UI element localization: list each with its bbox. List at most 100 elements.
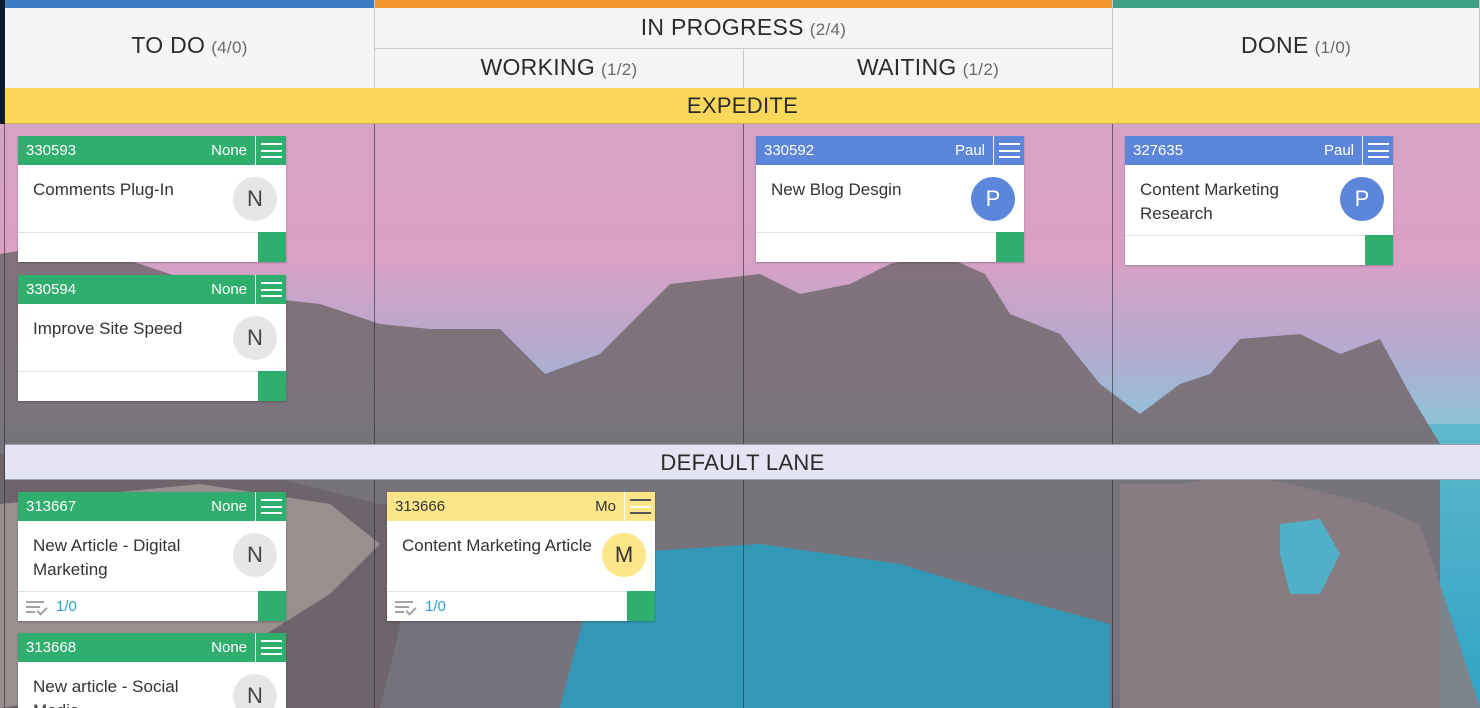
card-body: Content Marketing Research P (1125, 165, 1393, 226)
column-title: TO DO (4/0) (5, 32, 374, 59)
checklist-count: 1/0 (425, 598, 446, 615)
card-status-tab[interactable] (627, 591, 655, 621)
card-body: Content Marketing Article M (387, 521, 655, 577)
column-title-text: WORKING (480, 54, 596, 80)
column-color-bar (375, 0, 1112, 8)
avatar[interactable]: N (233, 674, 277, 708)
column-header-working[interactable]: WORKING (1/2) (375, 48, 744, 88)
column-color-bar (1113, 0, 1479, 8)
card-menu-icon[interactable] (624, 492, 655, 521)
card[interactable]: 313666 Mo Content Marketing Article M 1/… (387, 492, 655, 621)
card-owner: None (211, 498, 247, 515)
card-body: New Article - Digital Marketing N (18, 521, 286, 582)
card-status-tab[interactable] (258, 591, 286, 621)
card-menu-icon[interactable] (255, 136, 286, 165)
card-menu-icon[interactable] (1362, 136, 1393, 165)
checklist-icon (395, 599, 417, 616)
column-title: DONE (1/0) (1113, 32, 1479, 59)
card[interactable]: 330593 None Comments Plug-In N (18, 136, 286, 262)
card-title: Comments Plug-In (33, 180, 174, 199)
column-title: WORKING (1/2) (375, 54, 743, 81)
column-wip-count: (2/4) (809, 20, 847, 39)
card-header: 327635 Paul (1125, 136, 1393, 165)
card-footer (1125, 235, 1393, 265)
card-header: 330592 Paul (756, 136, 1024, 165)
column-color-bar (5, 0, 374, 8)
column-wip-count: (1/2) (601, 60, 638, 79)
avatar[interactable]: M (602, 533, 646, 577)
card-header: 313667 None (18, 492, 286, 521)
avatar[interactable]: P (1340, 177, 1384, 221)
card-footer: 1/0 (18, 591, 286, 621)
card-status-tab[interactable] (996, 232, 1024, 262)
card-body: Improve Site Speed N (18, 304, 286, 360)
card-header: 330594 None (18, 275, 286, 304)
column-divider (743, 124, 744, 708)
card[interactable]: 327635 Paul Content Marketing Research P (1125, 136, 1393, 265)
card-header: 313666 Mo (387, 492, 655, 521)
card[interactable]: 313668 None New article - Social Media N (18, 633, 286, 708)
avatar[interactable]: P (971, 177, 1015, 221)
card-owner: Mo (595, 498, 616, 515)
card-id: 330594 (26, 281, 77, 298)
card-id: 313668 (26, 639, 77, 656)
card-id: 313667 (26, 498, 77, 515)
card-body: New article - Social Media N (18, 662, 286, 708)
column-wip-count: (1/2) (962, 60, 1000, 79)
card-menu-icon[interactable] (993, 136, 1024, 165)
card-title: New article - Social Media (33, 677, 179, 708)
card-owner: None (211, 639, 247, 656)
column-title: IN PROGRESS (2/4) (375, 14, 1112, 41)
checklist-progress[interactable]: 1/0 (395, 598, 446, 616)
checklist-count: 1/0 (56, 598, 77, 615)
card-id: 313666 (395, 498, 446, 515)
card-footer (756, 232, 1024, 262)
card-menu-icon[interactable] (255, 275, 286, 304)
column-wip-count: (4/0) (211, 38, 248, 57)
avatar[interactable]: N (233, 533, 277, 577)
column-title-text: DONE (1240, 32, 1309, 58)
column-title-text: IN PROGRESS (640, 14, 804, 40)
card-header: 313668 None (18, 633, 286, 662)
card-owner: Paul (1323, 142, 1354, 159)
lane-header-expedite[interactable]: EXPEDITE (5, 88, 1480, 124)
card-footer (18, 371, 286, 401)
card-title: Content Marketing Article (402, 536, 592, 555)
card[interactable]: 313667 None New Article - Digital Market… (18, 492, 286, 621)
card-title: New Blog Desgin (771, 180, 902, 199)
column-header-todo[interactable]: TO DO (4/0) (5, 0, 375, 88)
column-wip-count: (1/0) (1314, 38, 1352, 57)
card-status-tab[interactable] (1365, 235, 1393, 265)
card-menu-icon[interactable] (255, 492, 286, 521)
column-divider (4, 88, 5, 708)
checklist-icon (26, 599, 48, 616)
column-title-text: WAITING (856, 54, 957, 80)
kanban-board: TO DO (4/0) IN PROGRESS (2/4) WORKING (1/2)… (0, 0, 1480, 708)
card-menu-icon[interactable] (255, 633, 286, 662)
lane-header-default[interactable]: DEFAULT LANE (5, 444, 1480, 480)
column-header-in-progress[interactable]: IN PROGRESS (2/4) (375, 0, 1113, 48)
card-body: New Blog Desgin P (756, 165, 1024, 221)
card-header: 330593 None (18, 136, 286, 165)
card-owner: None (211, 281, 247, 298)
card-id: 327635 (1133, 142, 1184, 159)
card[interactable]: 330594 None Improve Site Speed N (18, 275, 286, 401)
avatar[interactable]: N (233, 316, 277, 360)
card-status-tab[interactable] (258, 232, 286, 262)
card-footer (18, 232, 286, 262)
card-title: Content Marketing Research (1140, 180, 1279, 223)
card-footer: 1/0 (387, 591, 655, 621)
card-title: New Article - Digital Marketing (33, 536, 181, 579)
column-title: WAITING (1/2) (744, 54, 1112, 81)
card-title: Improve Site Speed (33, 319, 183, 338)
avatar[interactable]: N (233, 177, 277, 221)
card-owner: None (211, 142, 247, 159)
column-title-text: TO DO (131, 32, 206, 58)
column-divider (1112, 124, 1113, 708)
card[interactable]: 330592 Paul New Blog Desgin P (756, 136, 1024, 262)
column-header-waiting[interactable]: WAITING (1/2) (744, 48, 1113, 88)
card-status-tab[interactable] (258, 371, 286, 401)
column-header-done[interactable]: DONE (1/0) (1113, 0, 1480, 88)
column-divider (374, 124, 375, 708)
checklist-progress[interactable]: 1/0 (26, 598, 77, 616)
